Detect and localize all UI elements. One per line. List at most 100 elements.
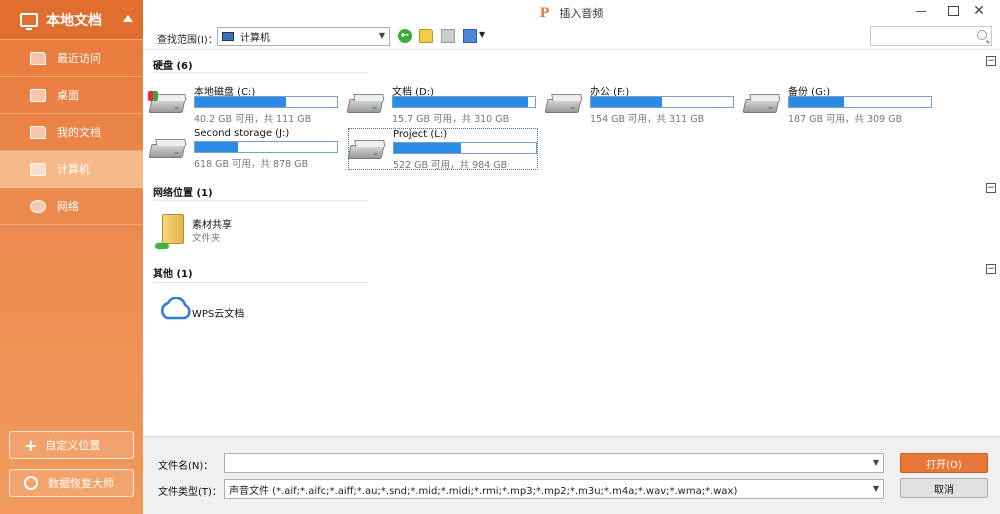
group-header-network: 网络位置 (1) <box>153 188 213 199</box>
close-button[interactable]: ✕ <box>972 4 986 18</box>
drive-l[interactable]: Project (L:) 522 GB 可用，共 984 GB <box>347 128 538 171</box>
drive-size: 15.7 GB 可用，共 310 GB <box>392 114 510 125</box>
network-folder-item[interactable]: 素材共享 文件夹 <box>150 212 300 252</box>
file-panel: 文件名(N)： ▼ 文件类型(T)： 声音文件 (*.aif;*.aifc;*.… <box>143 436 1000 514</box>
drive-usage-bar <box>194 141 338 153</box>
drive-size: 187 GB 可用，共 309 GB <box>788 114 903 125</box>
drive-c[interactable]: 本地磁盘 (C:) 40.2 GB 可用，共 111 GB <box>148 83 340 125</box>
view-dropdown-icon[interactable]: ▼ <box>479 30 485 39</box>
usage-fill <box>195 97 286 107</box>
up-folder-button[interactable] <box>419 29 433 43</box>
usage-fill <box>789 97 845 107</box>
data-recovery-button[interactable]: 数据恢复大师 <box>9 469 134 497</box>
new-folder-button[interactable] <box>441 29 455 43</box>
computer-icon <box>30 162 46 176</box>
item-name: 素材共享 <box>192 220 232 231</box>
drive-usage-bar <box>393 142 537 154</box>
minimize-button[interactable]: — <box>914 4 928 18</box>
drive-f[interactable]: 办公 (F:) 154 GB 可用，共 311 GB <box>544 83 736 125</box>
sidebar-item-recent[interactable]: 最近访问 <box>0 40 143 77</box>
drive-name: Second storage (J:) <box>194 128 290 139</box>
chevron-down-icon: ▼ <box>872 484 879 493</box>
network-icon <box>30 199 46 213</box>
drive-d[interactable]: 文档 (D:) 15.7 GB 可用，共 310 GB <box>346 83 538 125</box>
chevron-down-icon: ▼ <box>378 31 385 40</box>
drive-usage-bar <box>392 96 536 108</box>
collapse-network-button[interactable]: − <box>986 183 996 193</box>
scope-value: 计算机 <box>240 33 270 44</box>
drive-size: 618 GB 可用，共 878 GB <box>194 159 309 170</box>
maximize-button[interactable] <box>946 4 960 18</box>
hard-disk-icon <box>148 91 186 115</box>
drive-j[interactable]: Second storage (J:) 618 GB 可用，共 878 GB <box>148 128 340 170</box>
dialog-title: 插入音频 <box>559 7 604 20</box>
hard-disk-icon <box>742 93 780 115</box>
filename-label: 文件名(N)： <box>158 461 214 472</box>
sidebar: 本地文档 最近访问 桌面 我的文档 计算机 网络 + 自定义位置 数据恢复大师 <box>0 0 143 514</box>
filetype-label: 文件类型(T)： <box>158 487 222 498</box>
group-header-disks: 硬盘 (6) <box>153 61 193 72</box>
custom-location-button[interactable]: + 自定义位置 <box>9 431 134 459</box>
sidebar-item-computer[interactable]: 计算机 <box>0 151 143 188</box>
sidebar-item-network[interactable]: 网络 <box>0 188 143 225</box>
cancel-button[interactable]: 取消 <box>900 478 988 498</box>
wps-cloud-item[interactable]: WPS云文档 <box>150 295 300 335</box>
plus-icon: + <box>24 435 38 455</box>
sidebar-header-label: 本地文档 <box>46 12 102 29</box>
sidebar-item-desktop[interactable]: 桌面 <box>0 77 143 114</box>
data-recovery-label: 数据恢复大师 <box>48 477 114 490</box>
recent-icon <box>30 51 46 65</box>
collapse-disks-button[interactable]: − <box>986 56 996 66</box>
sidebar-item-label: 最近访问 <box>57 52 101 65</box>
desktop-icon <box>30 88 46 102</box>
sidebar-item-label: 桌面 <box>57 89 79 102</box>
open-button[interactable]: 打开(O) <box>900 453 988 473</box>
toolbar-divider <box>143 49 1000 50</box>
drive-usage-bar <box>194 96 338 108</box>
collapse-up-icon[interactable] <box>123 15 133 22</box>
sidebar-item-label: 我的文档 <box>57 126 101 139</box>
group-divider <box>153 200 368 201</box>
sidebar-item-label: 计算机 <box>57 163 90 176</box>
group-divider <box>153 72 368 73</box>
filetype-value: 声音文件 (*.aif;*.aifc;*.aiff;*.au;*.snd;*.m… <box>229 485 738 497</box>
hard-disk-icon <box>347 139 385 161</box>
usage-fill <box>195 142 238 152</box>
sidebar-item-label: 网络 <box>57 200 79 213</box>
custom-location-label: 自定义位置 <box>45 439 101 452</box>
folder-icon <box>30 125 46 139</box>
view-menu-button[interactable] <box>463 29 477 43</box>
sidebar-item-my-documents[interactable]: 我的文档 <box>0 114 143 151</box>
search-icon[interactable] <box>977 30 987 40</box>
group-header-other: 其他 (1) <box>153 269 193 280</box>
wps-logo-icon: P <box>539 5 550 21</box>
back-button[interactable]: ← <box>398 29 412 43</box>
scope-select[interactable]: 计算机 ▼ <box>217 27 390 46</box>
network-folder-icon <box>155 214 184 249</box>
item-name: WPS云文档 <box>192 309 245 320</box>
usage-fill <box>591 97 662 107</box>
scope-label: 查找范围(I)： <box>157 35 218 46</box>
chevron-down-icon[interactable]: ▼ <box>873 458 879 467</box>
hard-disk-icon <box>544 93 582 115</box>
filename-input[interactable]: ▼ <box>224 453 884 473</box>
drive-usage-bar <box>788 96 932 108</box>
drive-usage-bar <box>590 96 734 108</box>
filetype-select[interactable]: 声音文件 (*.aif;*.aifc;*.aiff;*.au;*.snd;*.m… <box>224 479 884 499</box>
title-bar: P 插入音频 — ✕ <box>143 0 1000 26</box>
cloud-icon <box>161 297 191 320</box>
search-input[interactable] <box>870 26 992 46</box>
usage-fill <box>394 143 461 153</box>
recovery-icon <box>24 476 38 490</box>
monitor-icon <box>20 12 38 30</box>
sidebar-header[interactable]: 本地文档 <box>0 0 143 40</box>
hard-disk-icon <box>148 138 186 160</box>
drive-size: 154 GB 可用，共 311 GB <box>590 114 705 125</box>
item-type: 文件夹 <box>192 233 221 244</box>
computer-icon <box>222 32 234 41</box>
drive-size: 40.2 GB 可用，共 111 GB <box>194 114 312 125</box>
drive-g[interactable]: 备份 (G:) 187 GB 可用，共 309 GB <box>742 83 934 125</box>
hard-disk-icon <box>346 93 384 115</box>
drive-size: 522 GB 可用，共 984 GB <box>393 160 508 171</box>
collapse-other-button[interactable]: − <box>986 264 996 274</box>
